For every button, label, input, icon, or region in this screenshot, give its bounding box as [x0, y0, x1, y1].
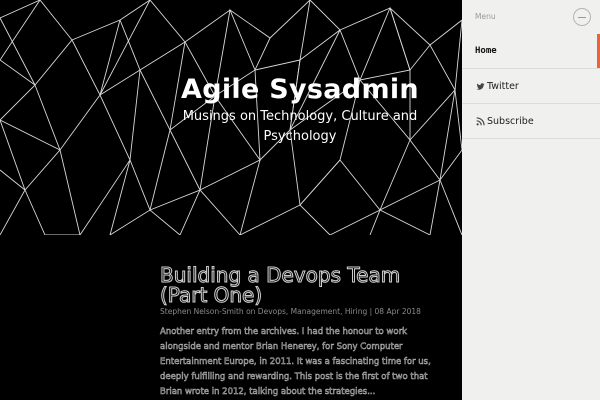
- menu-label: Menu: [475, 12, 496, 21]
- post-meta: Stephen Nelson-Smith on Devops, Manageme…: [160, 307, 421, 316]
- sidebar-item-home[interactable]: Home: [462, 34, 600, 69]
- sidebar-nav: Home Twitter Subscribe: [462, 34, 600, 139]
- post-title[interactable]: Building a Devops Team (Part One): [160, 265, 450, 306]
- menu-toggle-button[interactable]: [573, 8, 591, 26]
- sidebar-item-label: Subscribe: [487, 115, 534, 127]
- sidebar-item-label: Twitter: [487, 80, 519, 92]
- sidebar-item-subscribe[interactable]: Subscribe: [462, 104, 600, 139]
- main-content: Agile Sysadmin Musings on Technology, Cu…: [0, 0, 462, 400]
- sidebar-item-label: Home: [475, 46, 497, 56]
- rss-icon: [476, 117, 485, 126]
- twitter-bird-icon: [476, 82, 485, 91]
- sidebar-item-twitter[interactable]: Twitter: [462, 69, 600, 104]
- minus-icon: [578, 16, 586, 18]
- post-preview: Building a Devops Team (Part One) Stephe…: [0, 235, 462, 400]
- header-hero: Agile Sysadmin Musings on Technology, Cu…: [0, 0, 462, 235]
- post-excerpt: Another entry from the archives. I had t…: [160, 327, 431, 398]
- site-title[interactable]: Agile Sysadmin: [150, 74, 450, 105]
- site-tagline: Musings on Technology, Culture and Psych…: [182, 109, 418, 144]
